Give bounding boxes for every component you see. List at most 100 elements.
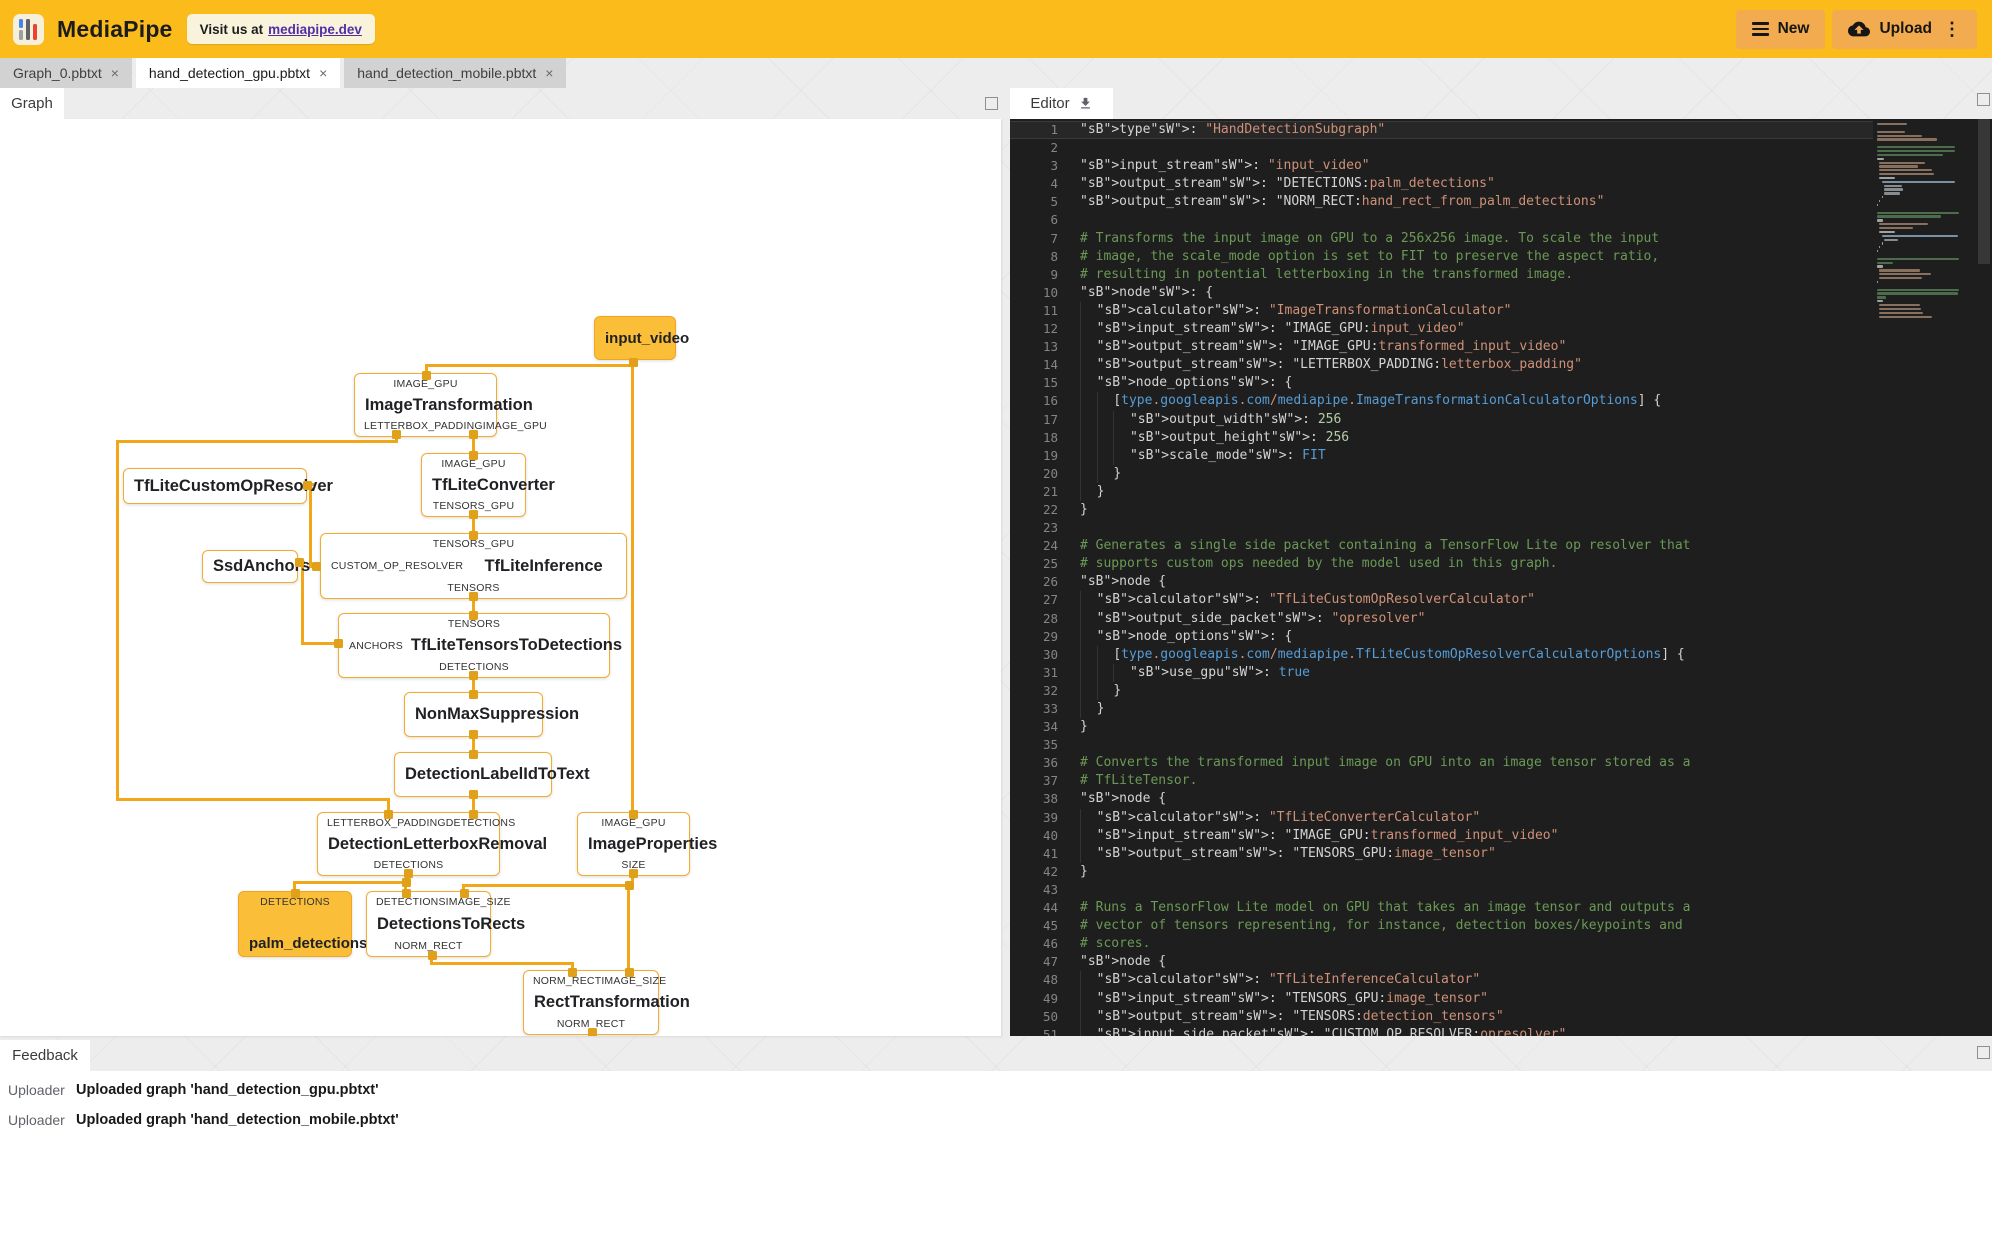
- code-line[interactable]: "sB">calculator"sW">: "TfLiteInferenceCa…: [1080, 971, 1690, 990]
- code-line[interactable]: }: [1080, 700, 1690, 719]
- port-connector: [468, 749, 478, 759]
- close-tab-icon[interactable]: ×: [111, 65, 119, 81]
- node-title: TfLiteTensorsToDetections: [410, 636, 623, 654]
- graph-node-DetectionsToRects[interactable]: DETECTIONS IMAGE_SIZE DetectionsToRects NOR…: [366, 891, 525, 957]
- code-line[interactable]: "sB">output_width"sW">: 256: [1080, 410, 1690, 429]
- code-line[interactable]: "sB">output_stream"sW">: "IMAGE_GPU:tran…: [1080, 338, 1690, 357]
- graph-node-ImageTransformation[interactable]: IMAGE_GPU ImageTransformation LETTERBOX_PA…: [354, 373, 547, 437]
- port-connector: [403, 868, 413, 878]
- port-label: IMAGE_GPU: [393, 378, 458, 390]
- graph-node-RectTransformation[interactable]: NORM_RECT IMAGE_SIZE RectTransformation NOR…: [523, 970, 690, 1035]
- code-line[interactable]: # supports custom ops needed by the mode…: [1080, 555, 1690, 573]
- code-line[interactable]: }: [1080, 501, 1690, 519]
- code-line[interactable]: "sB">node"sW">: {: [1080, 284, 1690, 302]
- code-line[interactable]: [1080, 139, 1690, 157]
- code-content[interactable]: "sB">type"sW">: "HandDetectionSubgraph" …: [1080, 121, 1690, 1036]
- tab-feedback[interactable]: Feedback: [0, 1040, 90, 1071]
- code-line[interactable]: "sB">use_gpu"sW">: true: [1080, 663, 1690, 682]
- editor-expand-icon[interactable]: [1977, 93, 1990, 106]
- port-label: IMAGE_GPU: [441, 458, 506, 470]
- code-line[interactable]: [type.googleapis.com/mediapipe.ImageTran…: [1080, 392, 1690, 411]
- code-line[interactable]: "sB">output_stream"sW">: "DETECTIONS:pal…: [1080, 175, 1690, 193]
- code-line[interactable]: "sB">calculator"sW">: "ImageTransformati…: [1080, 301, 1690, 321]
- code-line[interactable]: [1080, 881, 1690, 899]
- code-line[interactable]: [1080, 736, 1690, 754]
- code-line[interactable]: "sB">scale_mode"sW">: FIT: [1080, 446, 1690, 465]
- graph-node-ImageProperties[interactable]: IMAGE_GPU ImageProperties SIZE: [577, 812, 717, 876]
- new-list-icon: [1751, 19, 1769, 39]
- graph-edge: [293, 881, 409, 884]
- port-connector: [383, 809, 393, 819]
- code-line[interactable]: "sB">calculator"sW">: "TfLiteCustomOpRes…: [1080, 591, 1690, 610]
- code-line[interactable]: "sB">node {: [1080, 790, 1690, 808]
- code-line[interactable]: [1080, 519, 1690, 537]
- code-line[interactable]: "sB">input_stream"sW">: "IMAGE_GPU:input…: [1080, 320, 1690, 339]
- code-line[interactable]: "sB">type"sW">: "HandDetectionSubgraph": [1080, 121, 1690, 139]
- mediapipe-link[interactable]: mediapipe.dev: [268, 22, 362, 37]
- file-tab-Graph_0.pbtxt[interactable]: Graph_0.pbtxt ×: [0, 58, 132, 88]
- file-tab-hand_detection_gpu.pbtxt[interactable]: hand_detection_gpu.pbtxt ×: [135, 58, 341, 88]
- code-line[interactable]: }: [1080, 718, 1690, 736]
- graph-node-TfLiteInference[interactable]: TENSORS_GPU CUSTOM_OP_RESOLVER TfLiteInfer…: [320, 533, 627, 599]
- code-line[interactable]: }: [1080, 482, 1690, 501]
- code-line[interactable]: [type.googleapis.com/mediapipe.TfLiteCus…: [1080, 645, 1690, 664]
- node-title: palm_detections: [249, 935, 368, 952]
- code-line[interactable]: "sB">input_stream"sW">: "TENSORS_GPU:ima…: [1080, 989, 1690, 1008]
- upload-more-kebab-icon[interactable]: ⋮: [1943, 20, 1961, 38]
- new-button[interactable]: New: [1735, 9, 1826, 49]
- graph-expand-icon[interactable]: [985, 97, 998, 110]
- code-line[interactable]: # Generates a single side packet contain…: [1080, 537, 1690, 555]
- node-title: ImageProperties: [588, 834, 718, 853]
- tab-graph[interactable]: Graph: [0, 88, 64, 119]
- code-line[interactable]: }: [1080, 464, 1690, 483]
- graph-node-palm_detections[interactable]: DETECTIONS palm_detections: [238, 891, 367, 957]
- code-line[interactable]: "sB">input_stream"sW">: "IMAGE_GPU:trans…: [1080, 826, 1690, 845]
- feedback-tab-label: Feedback: [12, 1047, 78, 1064]
- download-icon[interactable]: [1078, 96, 1093, 111]
- tab-editor[interactable]: Editor: [1010, 88, 1113, 119]
- file-tab-hand_detection_mobile.pbtxt[interactable]: hand_detection_mobile.pbtxt ×: [344, 58, 567, 88]
- code-line[interactable]: "sB">node {: [1080, 953, 1690, 971]
- code-line[interactable]: # vector of tensors representing, for in…: [1080, 917, 1690, 935]
- code-line[interactable]: "sB">calculator"sW">: "TfLiteConverterCa…: [1080, 808, 1690, 827]
- upload-button[interactable]: Upload ⋮: [1832, 9, 1977, 49]
- graph-node-TfLiteCustomOpResolver[interactable]: TfLiteCustomOpResolver: [123, 468, 333, 504]
- code-line[interactable]: # Transforms the input image on GPU to a…: [1080, 230, 1690, 248]
- port-label: LETTERBOX_PADDING: [327, 817, 446, 829]
- code-line[interactable]: }: [1080, 863, 1690, 881]
- code-line[interactable]: # image, the scale_mode option is set to…: [1080, 248, 1690, 266]
- port-connector: [468, 509, 478, 519]
- code-line[interactable]: "sB">input_stream"sW">: "input_video": [1080, 157, 1690, 175]
- code-line[interactable]: }: [1080, 681, 1690, 700]
- code-line[interactable]: "sB">output_stream"sW">: "LETTERBOX_PADD…: [1080, 356, 1690, 375]
- code-line[interactable]: "sB">output_side_packet"sW">: "opresolve…: [1080, 609, 1690, 628]
- graph-node-DetectionLetterboxRemoval[interactable]: LETTERBOX_PADDING DETECTIONS DetectionLett…: [317, 812, 547, 876]
- code-line[interactable]: "sB">input_side_packet"sW">: "CUSTOM_OP_…: [1080, 1025, 1690, 1036]
- close-tab-icon[interactable]: ×: [319, 65, 327, 81]
- close-tab-icon[interactable]: ×: [545, 65, 553, 81]
- code-line[interactable]: "sB">output_stream"sW">: "NORM_RECT:hand…: [1080, 193, 1690, 211]
- node-title: DetectionLabelIdToText: [405, 765, 590, 783]
- code-line[interactable]: [1080, 211, 1690, 229]
- code-line[interactable]: # Converts the transformed input image o…: [1080, 754, 1690, 772]
- graph-node-TfLiteConverter[interactable]: IMAGE_GPU TfLiteConverter TENSORS_GPU: [421, 453, 555, 517]
- code-line[interactable]: "sB">node {: [1080, 573, 1690, 591]
- code-editor[interactable]: 1 2 3 4 5 6 7 8 9 10 11 12 13 14 15 16 17 18 19 20 21 22 23 24 2…: [1010, 119, 1992, 1036]
- code-line[interactable]: "sB">output_stream"sW">: "TENSORS_GPU:im…: [1080, 844, 1690, 863]
- feedback-expand-icon[interactable]: [1977, 1046, 1990, 1059]
- editor-scrollbar[interactable]: [1976, 119, 1992, 1036]
- graph-canvas[interactable]: input_video IMAGE_GPU ImageTransformation L…: [0, 119, 1001, 1036]
- code-line[interactable]: "sB">node_options"sW">: {: [1080, 627, 1690, 646]
- scrollbar-thumb[interactable]: [1978, 119, 1990, 264]
- code-line[interactable]: # Runs a TensorFlow Lite model on GPU th…: [1080, 899, 1690, 917]
- graph-node-TfLiteTensorsToDetections[interactable]: TENSORS ANCHORS TfLiteTensorsToDetections D…: [338, 613, 622, 678]
- code-line[interactable]: "sB">output_stream"sW">: "TENSORS:detect…: [1080, 1007, 1690, 1026]
- code-line[interactable]: "sB">output_height"sW">: 256: [1080, 428, 1690, 447]
- code-line[interactable]: # resulting in potential letterboxing in…: [1080, 266, 1690, 284]
- code-line[interactable]: # scores.: [1080, 935, 1690, 953]
- port-connector: [587, 1027, 597, 1036]
- code-line[interactable]: # TfLiteTensor.: [1080, 772, 1690, 790]
- code-line[interactable]: "sB">node_options"sW">: {: [1080, 374, 1690, 393]
- graph-node-SsdAnchors[interactable]: SsdAnchors: [202, 550, 310, 583]
- graph-node-input_video[interactable]: input_video: [594, 316, 689, 360]
